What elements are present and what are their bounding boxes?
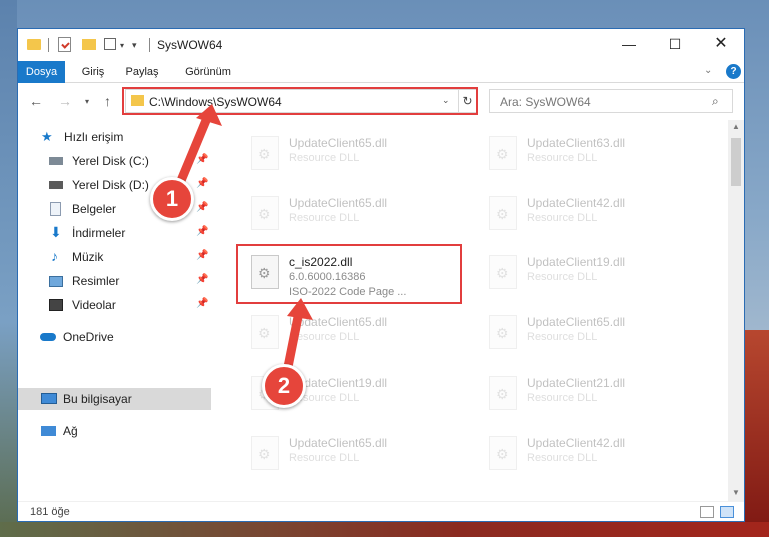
network-icon xyxy=(41,426,56,436)
dll-file-icon xyxy=(251,315,279,349)
title-bar[interactable]: ▾ ▾ SysWOW64 — ☐ ✕ xyxy=(18,29,744,61)
expand-ribbon-icon[interactable]: ⌄ xyxy=(704,65,712,76)
desktop-background-left xyxy=(0,0,17,537)
details-view-icon[interactable] xyxy=(700,506,714,518)
dll-file-icon xyxy=(489,436,517,470)
file-item[interactable]: UpdateClient65.dll Resource DLL xyxy=(241,128,461,180)
minimize-button[interactable]: — xyxy=(606,29,652,61)
step-1-badge: 1 xyxy=(150,177,194,221)
close-button[interactable]: ✕ xyxy=(698,29,744,61)
sidebar-item-onedrive[interactable]: OneDrive xyxy=(18,326,211,348)
file-item[interactable]: UpdateClient42.dll Resource DLL xyxy=(479,188,699,240)
drive-icon xyxy=(49,157,63,165)
address-highlight xyxy=(122,87,478,115)
recent-locations-icon[interactable]: ▾ xyxy=(85,97,89,106)
dll-file-icon xyxy=(251,196,279,230)
file-item[interactable]: UpdateClient42.dll Resource DLL xyxy=(479,428,699,480)
item-count: 181 öğe xyxy=(30,506,70,518)
maximize-button[interactable]: ☐ xyxy=(652,29,698,61)
up-arrow-icon[interactable]: ↑ xyxy=(104,93,111,109)
pictures-icon xyxy=(49,276,63,287)
back-arrow-icon[interactable]: ← xyxy=(29,93,43,109)
dll-file-icon xyxy=(489,136,517,170)
sidebar-item-drive-c[interactable]: Yerel Disk (C:) 📌 xyxy=(18,150,211,172)
properties-icon[interactable] xyxy=(58,37,71,52)
drive-icon xyxy=(49,181,63,189)
tiles-view-icon[interactable] xyxy=(720,506,734,518)
dll-file-icon xyxy=(251,136,279,170)
new-folder-icon[interactable] xyxy=(82,39,96,50)
folder-icon xyxy=(27,39,41,50)
file-highlight xyxy=(236,244,462,304)
customize-toolbar-icon[interactable]: ▾ xyxy=(132,40,137,51)
file-item[interactable]: UpdateClient63.dll Resource DLL xyxy=(479,128,699,180)
navigation-pane: ★ Hızlı erişim Yerel Disk (C:) 📌 Yerel D… xyxy=(18,120,211,501)
file-list: UpdateClient65.dll Resource DLL UpdateCl… xyxy=(211,120,728,501)
file-item[interactable]: UpdateClient65.dll Resource DLL xyxy=(241,307,461,359)
star-icon: ★ xyxy=(41,129,53,144)
toolbar-divider xyxy=(48,38,49,52)
pin-icon[interactable]: 📌 xyxy=(196,178,208,189)
dll-file-icon xyxy=(489,255,517,289)
ribbon-tabs: Dosya Giriş Paylaş Görünüm ⌄ ? xyxy=(18,61,744,83)
file-item[interactable]: UpdateClient65.dll Resource DLL xyxy=(241,188,461,240)
tab-file[interactable]: Dosya xyxy=(18,61,65,83)
sidebar-item-pictures[interactable]: Resimler 📌 xyxy=(18,270,211,292)
file-item[interactable]: UpdateClient19.dll Resource DLL xyxy=(479,247,699,299)
step-2-badge: 2 xyxy=(262,364,306,408)
tab-view[interactable]: Görünüm xyxy=(178,61,238,83)
sidebar-item-this-pc[interactable]: Bu bilgisayar xyxy=(18,388,211,410)
file-item[interactable]: UpdateClient65.dll Resource DLL xyxy=(241,428,461,480)
vertical-scrollbar[interactable]: ▲ ▼ xyxy=(728,120,744,501)
view-options-icon[interactable] xyxy=(104,38,116,50)
dll-file-icon xyxy=(489,376,517,410)
dll-file-icon xyxy=(489,196,517,230)
search-input[interactable]: Ara: SysWOW64 xyxy=(500,95,591,109)
music-icon: ♪ xyxy=(51,248,58,264)
dll-file-icon xyxy=(489,315,517,349)
dll-file-icon xyxy=(251,436,279,470)
computer-icon xyxy=(41,393,57,404)
download-icon: ⬇ xyxy=(50,224,62,240)
file-item[interactable]: UpdateClient65.dll Resource DLL xyxy=(479,307,699,359)
scroll-up-icon[interactable]: ▲ xyxy=(732,122,740,131)
documents-icon xyxy=(50,202,61,216)
tab-share[interactable]: Paylaş xyxy=(122,61,162,83)
desktop-background-bottom xyxy=(0,522,769,537)
search-box[interactable]: Ara: SysWOW64 ⌕ xyxy=(489,89,733,113)
status-bar: 181 öğe xyxy=(18,501,744,521)
chevron-down-icon[interactable]: ▾ xyxy=(120,41,124,50)
toolbar-divider xyxy=(149,38,150,52)
search-icon[interactable]: ⌕ xyxy=(712,94,719,109)
forward-arrow-icon[interactable]: → xyxy=(58,93,72,109)
help-icon[interactable]: ? xyxy=(726,64,741,79)
videos-icon xyxy=(49,299,63,311)
scrollbar-thumb[interactable] xyxy=(731,138,741,186)
file-item[interactable]: UpdateClient21.dll Resource DLL xyxy=(479,368,699,420)
sidebar-item-quick-access[interactable]: ★ Hızlı erişim xyxy=(18,126,211,148)
sidebar-item-downloads[interactable]: ⬇ İndirmeler 📌 xyxy=(18,222,211,244)
pin-icon[interactable]: 📌 xyxy=(196,298,208,309)
pin-icon[interactable]: 📌 xyxy=(196,226,208,237)
pin-icon[interactable]: 📌 xyxy=(196,154,208,165)
cloud-icon xyxy=(40,333,56,341)
scroll-down-icon[interactable]: ▼ xyxy=(732,488,740,497)
sidebar-item-videos[interactable]: Videolar 📌 xyxy=(18,294,211,316)
pin-icon[interactable]: 📌 xyxy=(196,250,208,261)
pin-icon[interactable]: 📌 xyxy=(196,202,208,213)
pin-icon[interactable]: 📌 xyxy=(196,274,208,285)
sidebar-item-music[interactable]: ♪ Müzik 📌 xyxy=(18,246,211,268)
window-title: SysWOW64 xyxy=(157,38,223,52)
sidebar-item-network[interactable]: Ağ xyxy=(18,420,211,442)
tab-home[interactable]: Giriş xyxy=(78,61,108,83)
